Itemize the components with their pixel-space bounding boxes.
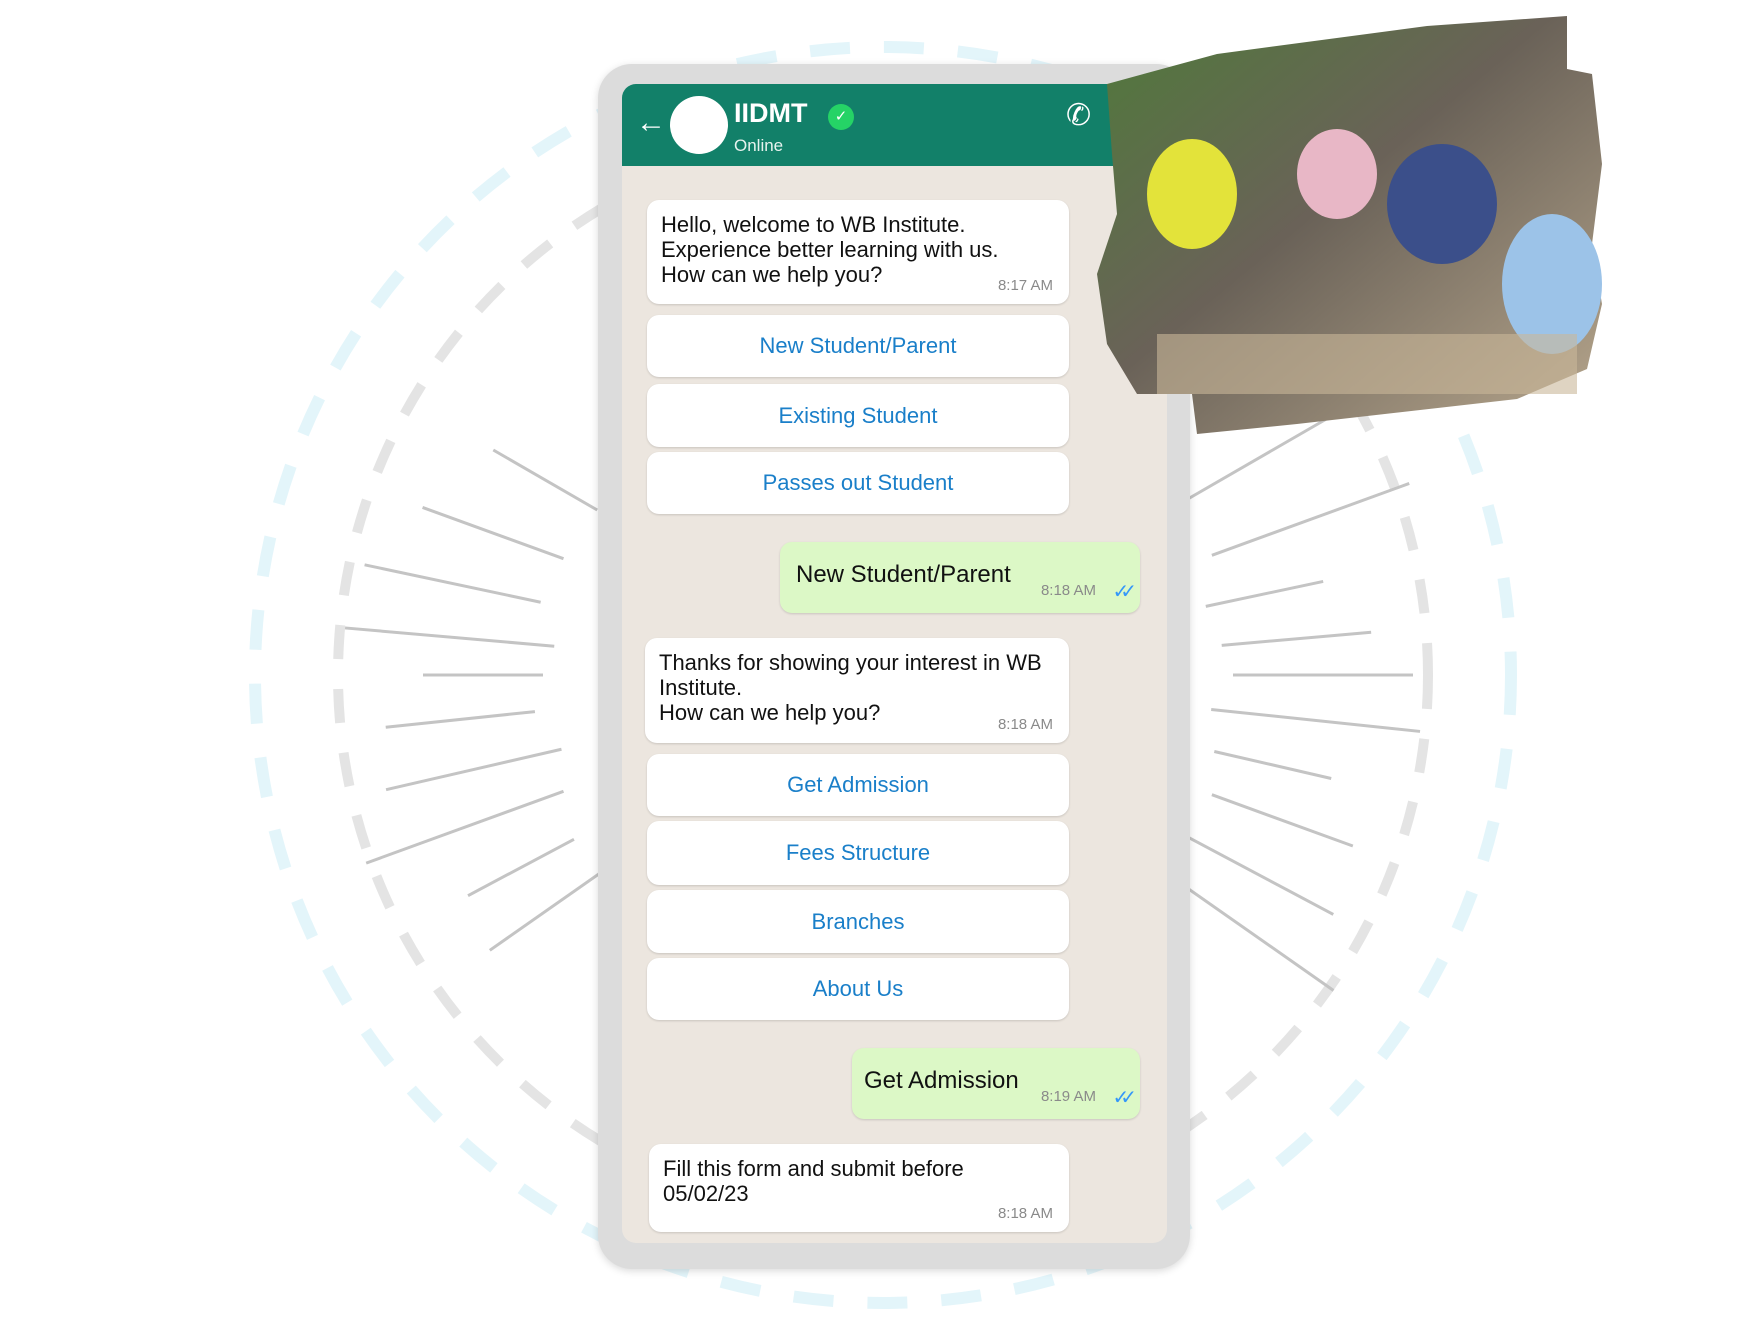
message-line: Experience better learning with us. (661, 237, 999, 262)
ray-line (422, 506, 565, 561)
ray-line (365, 789, 565, 865)
double-check-icon: ✓✓ (1112, 581, 1136, 603)
chat-area: Hello, welcome to WB Institute. Experien… (622, 166, 1167, 1243)
avatar[interactable] (670, 96, 728, 154)
quick-reply-new-student[interactable]: New Student/Parent (647, 315, 1069, 377)
ray-line (344, 626, 555, 648)
message-line: Fill this form and submit before (663, 1156, 964, 1181)
outgoing-message: Get Admission 8:19 AM ✓✓ (852, 1048, 1140, 1119)
message-line: 05/02/23 (663, 1181, 749, 1206)
message-line: How can we help you? (661, 262, 883, 287)
message-time: 8:18 AM (1040, 582, 1096, 599)
ray-line (467, 837, 575, 897)
message-line: Thanks for showing your interest in WB (659, 650, 1042, 675)
ray-line (1221, 630, 1372, 647)
incoming-message: Fill this form and submit before 05/02/2… (649, 1144, 1069, 1232)
add-call-icon[interactable]: ✆ (1066, 98, 1091, 133)
message-time: 8:18 AM (997, 716, 1053, 733)
ray-line (364, 563, 541, 604)
message-line: Hello, welcome to WB Institute. (661, 212, 966, 237)
outgoing-message: New Student/Parent 8:18 AM ✓✓ (780, 542, 1140, 613)
incoming-message: Hello, welcome to WB Institute. Experien… (647, 200, 1069, 304)
incoming-message: Thanks for showing your interest in WB I… (645, 638, 1069, 743)
verified-badge-icon: ✓ (828, 104, 854, 130)
message-time: 8:19 AM (1040, 1088, 1096, 1105)
quick-reply-fees-structure[interactable]: Fees Structure (647, 821, 1069, 885)
ray-line (385, 710, 536, 729)
chat-header: ← IIDMT ✓ Online ✆ (622, 84, 1170, 166)
back-arrow-icon[interactable]: ← (636, 106, 666, 140)
contact-name: IIDMT (734, 98, 808, 128)
contact-status: Online (734, 136, 784, 155)
message-time: 8:18 AM (997, 1205, 1053, 1222)
ray-line (1211, 793, 1354, 848)
ray-line (488, 863, 614, 952)
quick-reply-about-us[interactable]: About Us (647, 958, 1069, 1020)
students-photo (1097, 16, 1602, 434)
message-line: How can we help you? (659, 700, 881, 725)
ray-line (492, 448, 598, 512)
ray-line (1173, 828, 1335, 916)
ray-line (1213, 750, 1332, 780)
message-time: 8:17 AM (997, 277, 1053, 294)
ray-line (1211, 482, 1410, 557)
quick-reply-passed-out-student[interactable]: Passes out Student (647, 452, 1069, 514)
quick-reply-branches[interactable]: Branches (647, 890, 1069, 953)
message-line: Institute. (659, 675, 743, 700)
ray-line (385, 747, 562, 792)
quick-reply-existing-student[interactable]: Existing Student (647, 384, 1069, 447)
ray-line (1205, 579, 1324, 608)
quick-reply-get-admission[interactable]: Get Admission (647, 754, 1069, 816)
ray-line (1211, 708, 1421, 733)
double-check-icon: ✓✓ (1112, 1087, 1136, 1109)
